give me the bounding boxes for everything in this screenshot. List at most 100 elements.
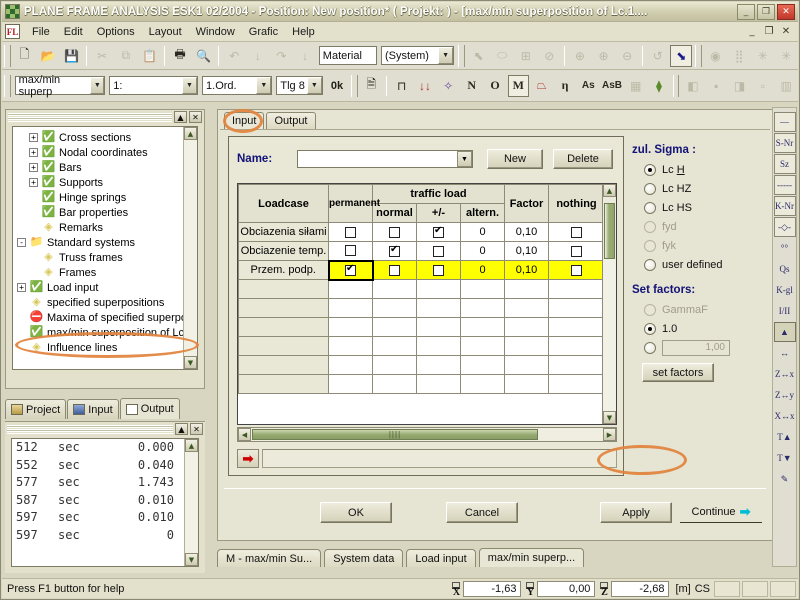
normal-checkbox[interactable] [389,244,400,257]
menu-layout[interactable]: Layout [142,24,189,40]
scroll-down-icon[interactable]: ▼ [185,553,198,566]
empty-cell[interactable] [238,374,329,394]
paste-icon[interactable]: 📋 [139,45,161,67]
window-tab[interactable]: Load input [406,549,476,567]
envelope-icon[interactable]: ⏢ [531,75,552,97]
view-1-icon[interactable]: ◧ [682,75,703,97]
plus-minus-checkbox[interactable] [433,225,444,238]
dashed-line-icon[interactable]: ----- [773,175,796,195]
empty-cell[interactable] [238,298,329,318]
tree-item-hinge-springs[interactable]: ✅ Hinge springs [17,190,197,205]
loads-icon[interactable]: ↓↓ [414,75,435,97]
empty-cell[interactable] [460,374,505,394]
tree-scrollbar[interactable]: ▲ ▼ [183,127,197,369]
undo-down-icon[interactable]: ↓ [247,45,269,67]
pencil-icon[interactable]: ✎ [774,469,796,489]
view-4-icon[interactable]: ▫ [752,75,773,97]
empty-cell[interactable] [460,298,505,318]
radio-icon[interactable] [644,201,656,214]
empty-cell[interactable] [416,298,461,318]
nothing-cell[interactable] [548,222,605,242]
output-restore-button[interactable]: ▲ [175,423,188,435]
table-row-empty[interactable] [238,374,605,394]
empty-cell[interactable] [460,317,505,337]
nothing-checkbox[interactable] [571,245,582,257]
tab-output[interactable]: Output [119,398,180,419]
tree-item-load-input[interactable]: + ✅ Load input [17,280,197,295]
scroll-track[interactable] [185,452,198,553]
empty-cell[interactable] [416,374,461,394]
plus-minus-checkbox[interactable] [433,264,444,276]
empty-cell[interactable] [504,355,549,375]
plus-minus-cell[interactable] [416,241,461,261]
tab-output[interactable]: Output [266,112,316,129]
toolbar-grip[interactable] [4,74,11,97]
empty-cell[interactable] [238,336,329,356]
command-input[interactable] [262,449,617,468]
table-row-empty[interactable] [238,317,605,337]
refresh-icon[interactable]: ↺ [647,45,669,67]
ok-button[interactable]: OK [320,502,392,523]
view-2-icon[interactable]: ▪ [706,75,727,97]
table-row[interactable]: Przem. podp. 00,10 [238,259,605,281]
empty-cell[interactable] [238,355,329,375]
mdi-restore-button[interactable]: ❐ [763,26,775,37]
loadcase-name-cell[interactable]: Obciazenie temp. [238,241,329,261]
copy-icon[interactable]: ⧉ [115,45,137,67]
tree-item-remarks[interactable]: ◈ Remarks [17,220,197,235]
tab-input[interactable]: Input [67,399,119,419]
permanent-cell[interactable] [327,259,374,281]
radio-icon[interactable] [644,258,656,271]
empty-cell[interactable] [504,279,549,299]
table-row-empty[interactable] [238,336,605,356]
delete-button[interactable]: Delete [553,149,613,169]
output-close-button[interactable]: ✕ [190,423,203,435]
empty-cell[interactable] [238,317,329,337]
close-button[interactable]: ✕ [777,3,795,20]
print-icon[interactable]: 🖶 [169,45,191,67]
tree-item-maxima-of-specified-superpo[interactable]: ⛔ Maxima of specified superpo [17,310,197,325]
k-gl-icon[interactable]: K-gl [774,280,796,300]
empty-cell[interactable] [548,374,605,394]
apply-button[interactable]: Apply [600,502,672,523]
y-coordinate-field[interactable]: 0,00 [537,580,596,597]
empty-cell[interactable] [548,336,605,356]
toolbar-grip[interactable] [672,74,680,97]
tree-item-bars[interactable]: + ✅ Bars [17,160,197,175]
table-row[interactable]: Obciazenie temp. 00,10 [238,241,605,261]
qs-icon[interactable]: Qs [774,259,796,279]
chevron-down-icon[interactable]: ▼ [90,77,105,94]
open-folder-icon[interactable]: 📂 [37,45,59,67]
sigma-option-lc-hz[interactable]: Lc HZ [632,179,768,198]
factor-cell[interactable]: 0,10 [504,241,549,261]
select-region-icon[interactable]: ⬭ [491,45,513,67]
altern-cell[interactable]: 0 [460,241,505,261]
zx-axis-icon[interactable]: Z↔x [774,364,796,384]
zy-axis-icon[interactable]: Z↔y [774,385,796,405]
table-row-empty[interactable] [238,298,605,318]
empty-cell[interactable] [328,374,373,394]
nothing-checkbox[interactable] [571,264,582,276]
loadcase-name-cell[interactable]: Obciazenia siłami [238,222,329,242]
redo-icon[interactable]: ↷ [271,45,293,67]
empty-cell[interactable] [328,298,373,318]
altern-cell[interactable]: 0 [460,222,505,242]
factor-cell[interactable]: 0,10 [504,260,549,280]
minimize-button[interactable]: _ [737,3,755,20]
grid-dots-icon[interactable]: ⣿ [728,45,750,67]
points-icon[interactable]: °° [774,238,796,258]
order-icon[interactable]: I/II [774,301,796,321]
xx-axis-icon[interactable]: X↔x [774,406,796,426]
support-fill-icon[interactable]: ▲ [773,322,796,342]
redo-down-icon[interactable]: ↓ [294,45,316,67]
normal-cell[interactable] [372,260,417,280]
as-icon[interactable]: As [578,75,599,97]
permanent-checkbox[interactable] [345,245,356,257]
zoom-in-icon[interactable]: ⊕ [593,45,615,67]
order-combo[interactable]: 1.Ord. ▼ [202,76,273,95]
new-button[interactable]: New [487,149,543,169]
empty-cell[interactable] [416,279,461,299]
report-icon[interactable]: 🗎 [361,75,382,97]
empty-cell[interactable] [416,355,461,375]
empty-cell[interactable] [328,336,373,356]
